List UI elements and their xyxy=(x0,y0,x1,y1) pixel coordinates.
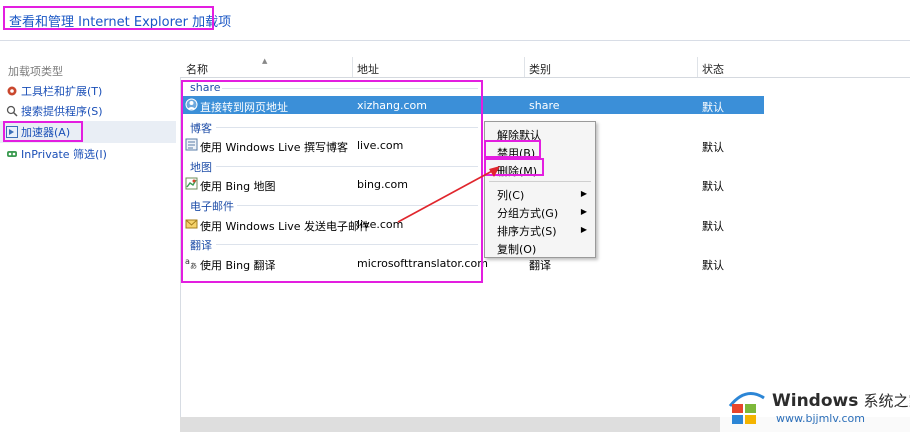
accelerators-highlight-box xyxy=(3,121,83,142)
column-header-category[interactable]: 类别 xyxy=(529,61,551,77)
submenu-arrow-icon: ▶ xyxy=(580,189,587,198)
menu-item-copy[interactable]: 复制(O) xyxy=(497,241,536,257)
windows-logo-icon xyxy=(728,392,765,424)
search-icon xyxy=(6,105,18,117)
column-header-name[interactable]: 名称 xyxy=(186,61,208,77)
cell-status: 默认 xyxy=(702,101,724,114)
gear-icon xyxy=(7,86,17,96)
sidebar-item-label: 搜索提供程序(S) xyxy=(21,105,103,118)
submenu-arrow-icon: ▶ xyxy=(580,225,587,234)
watermark-brand: Windows 系统之家 xyxy=(772,390,910,411)
cell-status: 默认 xyxy=(702,259,724,272)
cell-category: share xyxy=(529,99,560,112)
sort-ascending-icon: ▲ xyxy=(262,57,268,65)
cell-status: 默认 xyxy=(702,220,724,233)
top-separator xyxy=(0,40,910,41)
cell-status: 默认 xyxy=(702,180,724,193)
sidebar-item-search[interactable]: 搜索提供程序(S) xyxy=(6,102,103,120)
submenu-arrow-icon: ▶ xyxy=(580,207,587,216)
cell-status: 默认 xyxy=(702,141,724,154)
sidebar-item-inprivate[interactable]: InPrivate 筛选(I) xyxy=(6,145,107,163)
inprivate-icon xyxy=(7,151,17,157)
sidebar-item-toolbars[interactable]: 工具栏和扩展(T) xyxy=(6,82,102,100)
title-highlight-box xyxy=(3,6,214,30)
watermark-brand-name: Windows xyxy=(772,391,859,411)
sidebar-item-label: 工具栏和扩展(T) xyxy=(21,85,103,98)
column-divider[interactable] xyxy=(697,57,698,77)
column-divider[interactable] xyxy=(524,57,525,77)
annotation-arrow-icon xyxy=(397,166,500,223)
column-header-status[interactable]: 状态 xyxy=(702,61,724,77)
column-header-address[interactable]: 地址 xyxy=(357,61,379,77)
disable-highlight-box xyxy=(484,140,541,158)
sidebar-heading: 加载项类型 xyxy=(8,65,63,78)
cell-category: 翻译 xyxy=(529,259,551,272)
watermark-brand-suffix: 系统之家 xyxy=(863,392,910,410)
column-divider[interactable] xyxy=(352,57,353,77)
sidebar-item-label: InPrivate 筛选(I) xyxy=(21,148,107,161)
watermark-url: www.bjjmlv.com xyxy=(776,412,865,425)
